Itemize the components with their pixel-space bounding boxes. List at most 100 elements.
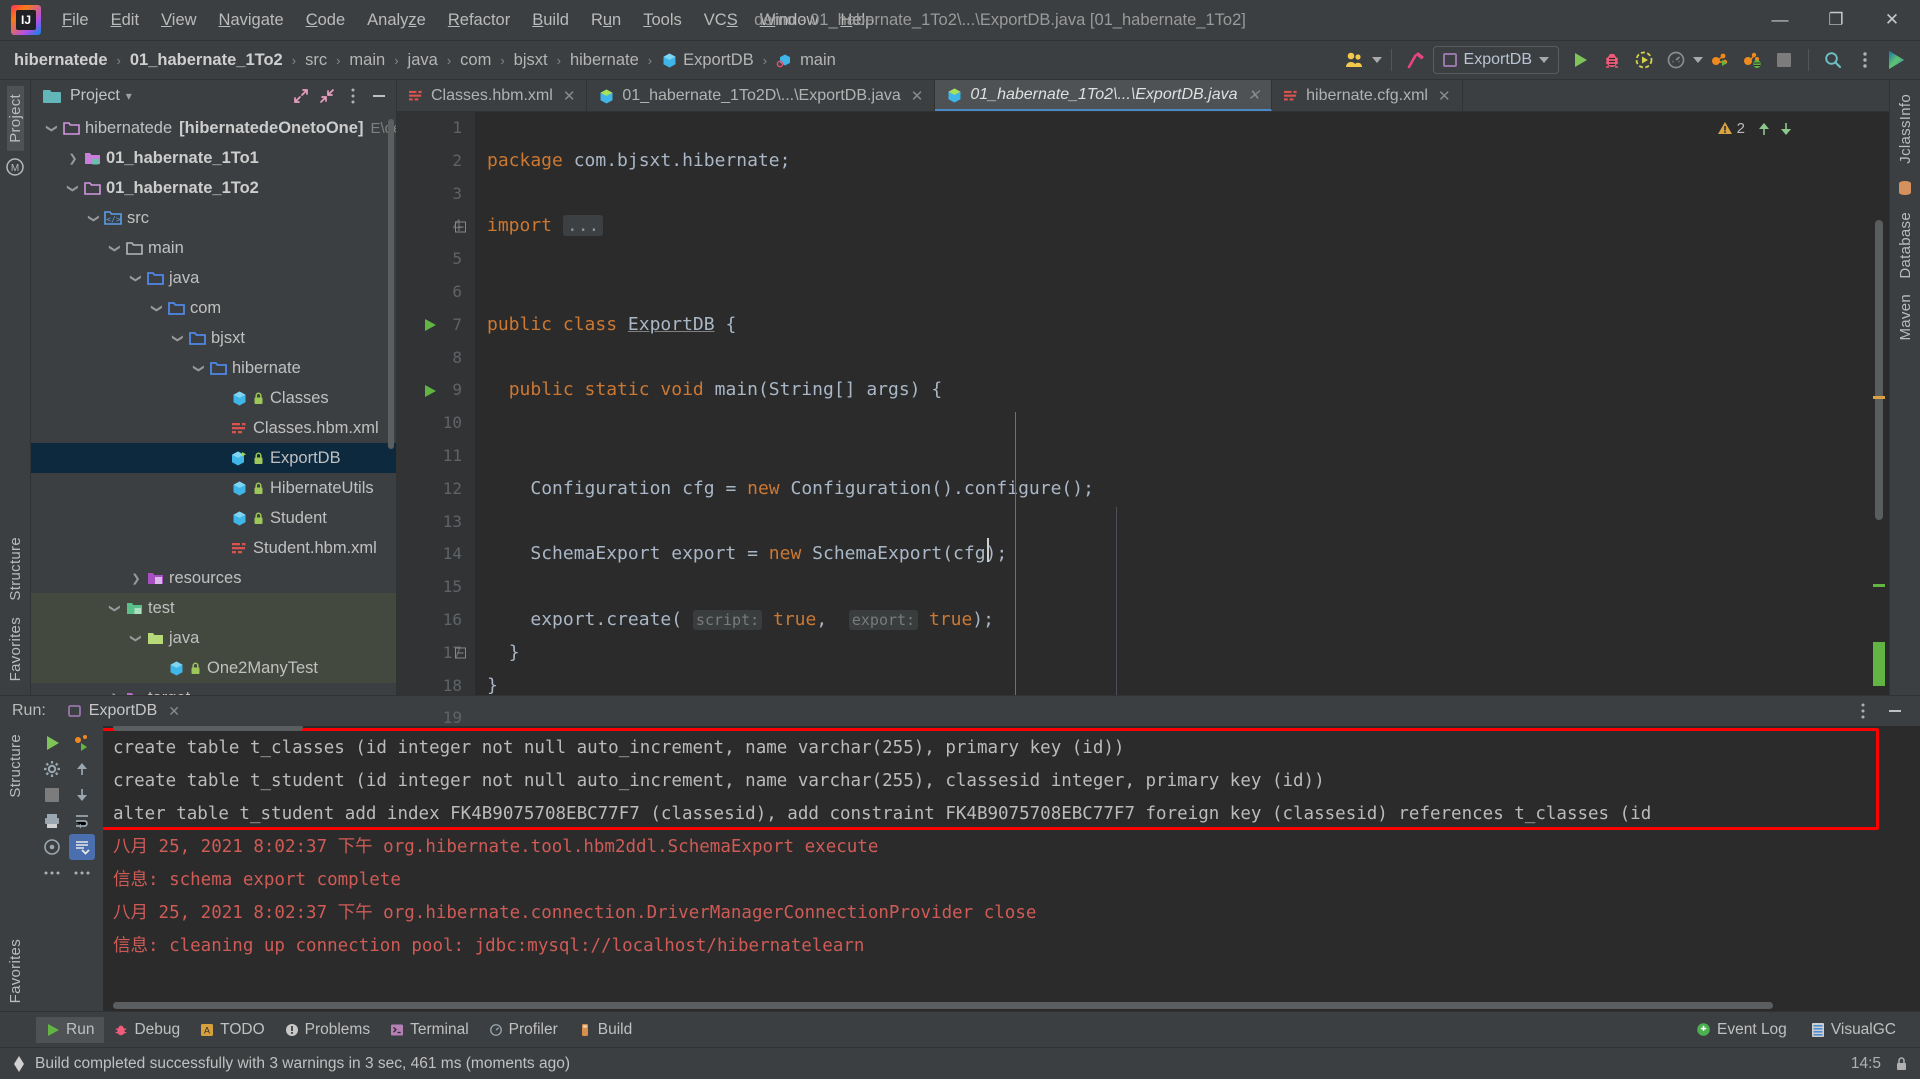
gutter-line-6[interactable]: 6 [397,276,475,309]
print-button[interactable] [39,808,65,834]
gutter-line-17[interactable]: 17 [397,637,475,670]
more-options-icon[interactable] [1850,45,1880,75]
tree-node-student[interactable]: Student [31,503,396,533]
breadcrumb-item-hibernate[interactable]: hibernate [568,50,641,71]
tool-button-terminal[interactable]: Terminal [380,1017,479,1043]
chevron-down-icon[interactable]: ❯ [109,239,122,257]
tree-node-01-habernate-1to2[interactable]: ❯ 01_habernate_1To2 [31,173,396,203]
code-line-5[interactable] [487,243,1889,276]
gutter-line-18[interactable]: 18 [397,670,475,703]
editor-tab-close[interactable]: ✕ [1248,86,1261,104]
breadcrumb-item-main[interactable]: main [774,50,838,71]
editor-scrollbar[interactable] [1875,220,1883,520]
gear-button[interactable] [39,756,65,782]
menu-code[interactable]: Code [295,8,356,33]
more-options-icon-console-2[interactable] [69,860,95,886]
maven-rail-icon[interactable]: M [4,156,26,178]
database-rail-icon[interactable] [1894,177,1916,199]
code-line-2[interactable]: package com.bjsxt.hibernate; [487,145,1889,178]
editor-code[interactable]: package com.bjsxt.hibernate; import ... … [475,112,1889,695]
chevron-right-icon[interactable]: ❯ [64,152,82,165]
code-line-7[interactable]: public class ExportDB { [487,309,1889,342]
gutter-line-2[interactable]: 2 [397,145,475,178]
debug-button[interactable] [1597,45,1627,75]
menu-build[interactable]: Build [521,8,580,33]
hide-icon[interactable] [1884,700,1906,722]
breadcrumb-item-src[interactable]: src [303,50,329,71]
hammer-icon[interactable] [1401,45,1431,75]
tree-node-classes[interactable]: Classes [31,383,396,413]
code-line-4[interactable]: import ... [487,210,1889,243]
breadcrumb-item-com[interactable]: com [458,50,493,71]
gutter-line-1[interactable]: 1 [397,112,475,145]
menu-vcs[interactable]: VCS [693,8,749,33]
console-top-scrollbar[interactable] [113,726,303,731]
tree-node-java[interactable]: ❯ java [31,623,396,653]
chevron-down-icon[interactable]: ❯ [109,599,122,617]
editor-inspection-badge[interactable]: 2 [1717,120,1793,137]
more-options-icon-console[interactable] [39,860,65,886]
chevron-down-icon[interactable]: ❯ [172,329,185,347]
lock-icon[interactable] [1895,1056,1908,1072]
code-line-12[interactable]: Configuration cfg = new Configuration().… [487,473,1889,506]
menu-navigate[interactable]: Navigate [208,8,295,33]
project-tree-scrollbar[interactable] [388,119,394,449]
code-line-15[interactable] [487,571,1889,604]
chevron-down-icon[interactable]: ❯ [46,119,59,137]
menu-file[interactable]: File [51,8,100,33]
tree-node-resources[interactable]: ❯ resources [31,563,396,593]
rail-project-button[interactable]: Project [6,86,24,151]
gutter-line-3[interactable]: 3 [397,178,475,211]
rail-maven-button[interactable]: Maven [1897,286,1914,349]
tree-node-classes-hbm-xml[interactable]: Classes.hbm.xml [31,413,396,443]
gutter-line-5[interactable]: 5 [397,243,475,276]
gutter-line-4[interactable]: 4 [397,210,475,243]
chevron-down-icon[interactable]: ❯ [193,359,206,377]
menu-tools[interactable]: Tools [632,8,693,33]
tool-button-profiler[interactable]: Profiler [479,1017,568,1043]
tree-node-01-habernate-1to1[interactable]: ❯ 01_habernate_1To1 [31,143,396,173]
run-gutter-icon[interactable] [423,318,437,332]
tool-button-todo[interactable]: A TODO [190,1017,275,1043]
tree-node-one2manytest[interactable]: One2ManyTest [31,653,396,683]
chevron-right-icon[interactable]: ❯ [127,572,145,585]
code-line-1[interactable] [487,112,1889,145]
code-line-6[interactable] [487,276,1889,309]
chevron-down-icon[interactable]: ❯ [67,179,80,197]
visualgc-icon[interactable] [1882,45,1912,75]
menu-run[interactable]: Run [580,8,632,33]
editor-gutter[interactable]: 1 2 3 4 5 6 7 8 9 10 11 12 13 14 15 16 17 18 19 [397,112,475,727]
tool-button-debug[interactable]: Debug [104,1017,190,1043]
gutter-line-14[interactable]: 14 [397,538,475,571]
gutter-line-16[interactable]: 16 [397,604,475,637]
tree-node-src[interactable]: ❯ </> src [31,203,396,233]
menu-view[interactable]: View [150,8,207,33]
chevron-down-icon[interactable]: ❯ [88,209,101,227]
attach-debugger-icon[interactable] [1737,45,1767,75]
menu-refactor[interactable]: Refactor [437,8,521,33]
tool-button-run[interactable]: Run [36,1016,105,1043]
search-everywhere-icon[interactable] [1818,45,1848,75]
gutter-line-8[interactable]: 8 [397,342,475,375]
gutter-line-10[interactable]: 10 [397,407,475,440]
breadcrumb-item-exportdb[interactable]: ExportDB [659,50,756,71]
chevron-down-icon[interactable]: ▾ [126,89,132,103]
editor-marker-change[interactable] [1873,584,1885,587]
breadcrumb-item-main[interactable]: main [347,50,387,71]
tree-node-exportdb[interactable]: ExportDB [31,443,396,473]
tree-node-test[interactable]: ❯ test [31,593,396,623]
menu-window[interactable]: Window [749,8,830,33]
maximize-button[interactable]: ❐ [1808,0,1864,41]
scroll-down-button[interactable] [69,782,95,808]
attach-profiler-icon[interactable] [1705,45,1735,75]
tree-node-target[interactable]: ❯ target [31,683,396,695]
soft-wrap-button[interactable] [69,808,95,834]
editor-tab-2[interactable]: 01_habernate_1To2\...\ExportDB.java ✕ [935,80,1273,111]
editor-tab-close[interactable]: ✕ [563,87,576,105]
chevron-down-icon[interactable]: ❯ [130,629,143,647]
tree-node-java[interactable]: ❯ java [31,263,396,293]
run-console[interactable]: create table t_classes (id integer not n… [103,726,1920,1011]
tool-button-problems[interactable]: Problems [275,1017,380,1043]
rerun-button[interactable] [39,730,65,756]
gutter-line-9[interactable]: 9 [397,374,475,407]
